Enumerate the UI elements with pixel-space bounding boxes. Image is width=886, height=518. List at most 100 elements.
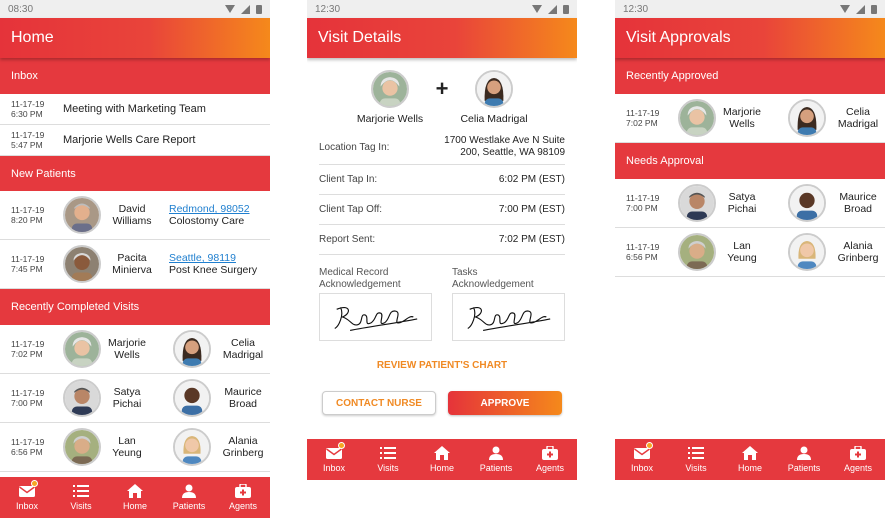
visit-row[interactable]: 11-17-19 6:56 PM Lan Yeung Alania Grinberg — [0, 423, 270, 472]
approval-row[interactable]: 11-17-19 7:02 PM Marjorie Wells Celia Madri… — [615, 94, 885, 143]
agent-first-name: Alania — [228, 435, 258, 447]
patient-first-name: Marjorie — [723, 106, 761, 118]
patient-last-name: Minierva — [112, 264, 152, 276]
row-time: 7:00 PM — [11, 398, 43, 408]
tasks-acknowledgement: Tasks Acknowledgement — [452, 267, 565, 341]
patient-condition: Post Knee Surgery — [169, 264, 258, 276]
tab-inbox[interactable]: Inbox — [617, 442, 667, 473]
new-patient-row[interactable]: 11-17-19 8:20 PM David Williams Redmond, 9… — [0, 191, 270, 240]
battery-icon — [563, 4, 569, 14]
tab-home[interactable]: Home — [417, 446, 467, 473]
medical-bag-icon — [850, 446, 866, 460]
tab-agents[interactable]: Agents — [833, 446, 883, 473]
detail-value: 6:02 PM (EST) — [498, 173, 565, 185]
tab-inbox[interactable]: Inbox — [2, 480, 52, 511]
tab-label: Visits — [70, 501, 92, 511]
detail-label: Client Tap Off: — [319, 204, 382, 215]
status-time: 08:30 — [8, 3, 34, 15]
ack-title-line1: Tasks — [452, 267, 478, 278]
recently-approved-section-header: Recently Approved — [615, 58, 885, 94]
ack-title-line1: Medical Record — [319, 267, 389, 278]
patient-last-name: Yeung — [112, 447, 142, 459]
inbox-message[interactable]: 11-17-19 6:30 PM Meeting with Marketing T… — [0, 94, 270, 125]
tab-label: Home — [429, 463, 454, 473]
recent-visits-section-header: Recently Completed Visits — [0, 289, 270, 325]
bottom-tab-bar: Inbox Visits Home Patients Agents — [307, 439, 577, 480]
detail-value: 7:02 PM (EST) — [498, 233, 565, 245]
home-screen: 08:30 Home Inbox 11-17-19 6:30 PM Meeting… — [0, 0, 270, 518]
patient-condition: Colostomy Care — [169, 215, 245, 227]
visit-row[interactable]: 11-17-19 7:00 PM Satya Pichai Maurice Broad — [0, 374, 270, 423]
patient-first-name: David — [118, 203, 146, 215]
tab-home[interactable]: Home — [725, 446, 775, 473]
contact-nurse-button[interactable]: CONTACT NURSE — [322, 391, 436, 415]
agent-last-name: Madrigal — [222, 349, 264, 361]
signal-icon — [241, 4, 250, 14]
tab-patients[interactable]: Patients — [471, 446, 521, 473]
bottom-tab-bar: Inbox Visits Home Patients Agents — [615, 439, 885, 480]
patient-last-name: Pichai — [727, 203, 757, 215]
agent-avatar — [173, 379, 211, 417]
app-bar: Home — [0, 18, 270, 58]
signature-box[interactable] — [452, 293, 565, 341]
row-time: 7:02 PM — [626, 118, 658, 128]
patient-last-name: Williams — [112, 215, 152, 227]
detail-row-report-sent: Report Sent: 7:02 PM (EST) — [319, 225, 565, 255]
agent-avatar — [788, 233, 826, 271]
tab-visits[interactable]: Visits — [363, 446, 413, 473]
agent-card[interactable]: Celia Madrigal — [449, 70, 539, 125]
visit-participants: Marjorie Wells + Celia Madrigal — [307, 58, 577, 130]
row-date: 11-17-19 — [11, 254, 45, 264]
tab-home[interactable]: Home — [110, 484, 160, 511]
agent-last-name: Grinberg — [222, 447, 264, 459]
patient-last-name: Yeung — [727, 252, 757, 264]
tab-label: Visits — [377, 463, 399, 473]
row-time: 8:20 PM — [11, 215, 43, 225]
battery-icon — [256, 4, 262, 14]
inbox-message[interactable]: 11-17-19 5:47 PM Marjorie Wells Care Repo… — [0, 125, 270, 156]
person-icon — [182, 484, 196, 498]
approval-row[interactable]: 11-17-19 7:00 PM Satya Pichai Maurice Broad — [615, 179, 885, 228]
tab-label: Patients — [787, 463, 821, 473]
new-patient-row[interactable]: 11-17-19 7:45 PM Pacita Minierva Seattle, … — [0, 240, 270, 289]
patient-location-link[interactable]: Redmond, 98052 — [169, 203, 250, 215]
status-time: 12:30 — [315, 3, 341, 15]
signature-box[interactable] — [319, 293, 432, 341]
agent-name: Celia Madrigal — [460, 113, 528, 125]
row-time: 6:56 PM — [626, 252, 658, 262]
row-date: 11-17-19 — [626, 108, 660, 118]
tab-inbox[interactable]: Inbox — [309, 442, 359, 473]
review-chart-link[interactable]: REVIEW PATIENT'S CHART — [307, 360, 577, 371]
patient-last-name: Wells — [114, 349, 140, 361]
patient-first-name: Lan — [733, 240, 751, 252]
patient-first-name: Satya — [113, 386, 141, 398]
visit-row[interactable]: 11-17-19 7:02 PM Marjorie Wells Celia Madri… — [0, 325, 270, 374]
tab-patients[interactable]: Patients — [779, 446, 829, 473]
tab-label: Patients — [172, 501, 206, 511]
tab-agents[interactable]: Agents — [525, 446, 575, 473]
tab-agents[interactable]: Agents — [218, 484, 268, 511]
patient-location-link[interactable]: Seattle, 98119 — [169, 252, 257, 264]
tab-visits[interactable]: Visits — [56, 484, 106, 511]
agent-first-name: Celia — [231, 337, 255, 349]
approve-button[interactable]: APPROVE — [448, 391, 562, 415]
new-patients-section-header: New Patients — [0, 156, 270, 191]
patient-name: Marjorie Wells — [356, 113, 424, 125]
tab-patients[interactable]: Patients — [164, 484, 214, 511]
agent-avatar — [173, 330, 211, 368]
row-date: 11-17-19 — [11, 205, 45, 215]
medical-bag-icon — [542, 446, 558, 460]
inbox-section-header: Inbox — [0, 58, 270, 94]
tab-label: Inbox — [15, 501, 39, 511]
detail-row-tap-in: Client Tap In: 6:02 PM (EST) — [319, 165, 565, 195]
approval-row[interactable]: 11-17-19 6:56 PM Lan Yeung Alania Grinberg — [615, 228, 885, 277]
agent-avatar — [788, 184, 826, 222]
ack-title-line2: Acknowledgement — [452, 279, 534, 290]
tab-visits[interactable]: Visits — [671, 446, 721, 473]
detail-value: 7:00 PM (EST) — [498, 203, 565, 215]
patient-card[interactable]: Marjorie Wells — [345, 70, 435, 125]
tab-label: Agents — [228, 501, 258, 511]
patient-first-name: Marjorie — [108, 337, 146, 349]
tab-label: Patients — [479, 463, 513, 473]
message-time: 6:30 PM — [11, 109, 43, 119]
